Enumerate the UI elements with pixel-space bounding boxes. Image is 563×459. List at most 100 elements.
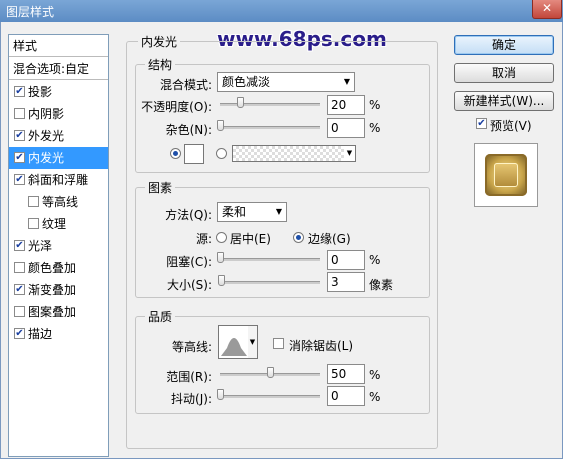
noise-input[interactable]: 0 (327, 118, 365, 138)
glow-color-swatch[interactable] (184, 144, 204, 164)
style-item[interactable]: ✔ 投影 (9, 81, 108, 103)
noise-slider-track[interactable] (220, 126, 320, 129)
style-item-checkbox[interactable]: ✔ (14, 174, 25, 185)
styles-list: 样式 混合选项:自定 ✔ 投影 内阴影 ✔ 外发光 ✔ 内发光 ✔ 斜面和浮雕 等高线 纹理 ✔ 光泽颜… (8, 34, 109, 457)
style-item-checkbox[interactable]: ✔ (14, 240, 25, 251)
style-item-checkbox[interactable] (28, 196, 39, 207)
style-item[interactable]: 等高线 (9, 191, 108, 213)
size-slider-track[interactable] (220, 281, 320, 284)
style-item-label: 内阴影 (28, 107, 65, 121)
jitter-input[interactable]: 0 (327, 386, 365, 406)
style-item-checkbox[interactable]: ✔ (14, 284, 25, 295)
source-center-label[interactable]: 居中(E) (230, 230, 271, 247)
style-item-checkbox[interactable] (14, 306, 25, 317)
inner-glow-title: 内发光 (138, 33, 181, 50)
opacity-label: 不透明度(O): (141, 100, 212, 114)
style-item-label: 纹理 (42, 217, 67, 231)
dropdown-arrow-icon: ▼ (343, 77, 350, 86)
style-preview (474, 143, 538, 207)
choke-slider-thumb[interactable] (217, 252, 224, 263)
choke-label: 阻塞(C): (166, 255, 212, 269)
close-button[interactable]: ✕ (532, 0, 562, 19)
quality-title: 品质 (145, 308, 176, 325)
ok-button[interactable]: 确定 (454, 35, 554, 55)
style-item-checkbox[interactable]: ✔ (14, 328, 25, 339)
opacity-slider-track[interactable] (220, 103, 320, 106)
style-item-label: 等高线 (42, 195, 79, 209)
style-item-checkbox[interactable] (28, 218, 39, 229)
style-item[interactable]: 纹理 (9, 213, 108, 235)
style-item-checkbox[interactable] (14, 262, 25, 273)
source-label: 源: (195, 232, 212, 246)
source-edge-label[interactable]: 边缘(G) (308, 230, 351, 247)
preview-checkbox[interactable]: ✔ (476, 118, 487, 129)
style-item[interactable]: ✔ 内发光 (9, 147, 108, 169)
style-item-label: 图案叠加 (28, 305, 77, 319)
style-item[interactable]: ✔ 外发光 (9, 125, 108, 147)
contour-picker[interactable] (218, 325, 250, 359)
choke-input[interactable]: 0 (327, 250, 365, 270)
preview-label[interactable]: 预览(V) (490, 117, 532, 134)
style-item-label: 斜面和浮雕 (28, 173, 89, 187)
style-item-label: 颜色叠加 (28, 261, 77, 275)
dropdown-arrow-icon: ▼ (275, 207, 282, 216)
choke-unit: % (369, 253, 381, 267)
style-item-label: 描边 (28, 327, 53, 341)
gradient-preview[interactable] (232, 145, 346, 162)
gradient-radio[interactable] (216, 148, 227, 159)
size-input[interactable]: 3 (327, 272, 365, 292)
source-edge-radio[interactable] (293, 232, 304, 243)
style-item-checkbox[interactable]: ✔ (14, 152, 25, 163)
size-slider-thumb[interactable] (218, 275, 225, 286)
noise-label: 杂色(N): (165, 123, 212, 137)
technique-label: 方法(Q): (165, 208, 212, 222)
size-unit: 像素 (369, 278, 394, 292)
jitter-unit: % (369, 390, 381, 404)
preview-gold-inner (494, 163, 518, 187)
style-item[interactable]: ✔ 描边 (9, 323, 108, 345)
blend-mode-select[interactable]: 颜色减淡 ▼ (217, 72, 355, 92)
range-input[interactable]: 50 (327, 364, 365, 384)
blend-mode-label: 混合模式: (159, 78, 212, 92)
style-item-label: 内发光 (28, 151, 65, 165)
noise-slider-thumb[interactable] (217, 120, 224, 131)
opacity-slider-thumb[interactable] (237, 97, 244, 108)
style-item-label: 光泽 (28, 239, 53, 253)
style-item[interactable]: ✔ 光泽 (9, 235, 108, 257)
style-item[interactable]: 内阴影 (9, 103, 108, 125)
solid-color-radio[interactable] (170, 148, 181, 159)
source-center-radio[interactable] (216, 232, 227, 243)
preview-gold-tile (485, 154, 527, 196)
style-item-label: 投影 (28, 85, 53, 99)
style-item-checkbox[interactable] (14, 108, 25, 119)
jitter-slider-thumb[interactable] (217, 389, 224, 400)
opacity-unit: % (369, 98, 381, 112)
structure-title: 结构 (145, 56, 176, 73)
style-item-checkbox[interactable]: ✔ (14, 130, 25, 141)
style-item[interactable]: 颜色叠加 (9, 257, 108, 279)
range-slider-thumb[interactable] (267, 367, 274, 378)
gradient-dropdown-arrow-icon[interactable]: ▼ (344, 145, 356, 162)
anti-alias-label[interactable]: 消除锯齿(L) (289, 337, 353, 354)
opacity-input[interactable]: 20 (327, 95, 365, 115)
blending-options-item[interactable]: 混合选项:自定 (9, 58, 108, 80)
contour-label: 等高线: (171, 340, 212, 354)
style-item[interactable]: ✔ 渐变叠加 (9, 279, 108, 301)
contour-dropdown-arrow-icon[interactable]: ▼ (248, 325, 258, 359)
anti-alias-checkbox[interactable] (273, 338, 284, 349)
range-label: 范围(R): (166, 370, 212, 384)
styles-header[interactable]: 样式 (9, 35, 108, 57)
cancel-button[interactable]: 取消 (454, 63, 554, 83)
choke-slider-track[interactable] (220, 258, 320, 261)
size-label: 大小(S): (166, 278, 212, 292)
range-unit: % (369, 368, 381, 382)
technique-select[interactable]: 柔和 ▼ (217, 202, 287, 222)
style-item-checkbox[interactable]: ✔ (14, 86, 25, 97)
title-bar (0, 0, 563, 23)
jitter-slider-track[interactable] (220, 395, 320, 398)
new-style-button[interactable]: 新建样式(W)... (454, 91, 554, 111)
elements-title: 图素 (145, 179, 176, 196)
style-item[interactable]: ✔ 斜面和浮雕 (9, 169, 108, 191)
style-item[interactable]: 图案叠加 (9, 301, 108, 323)
noise-unit: % (369, 121, 381, 135)
